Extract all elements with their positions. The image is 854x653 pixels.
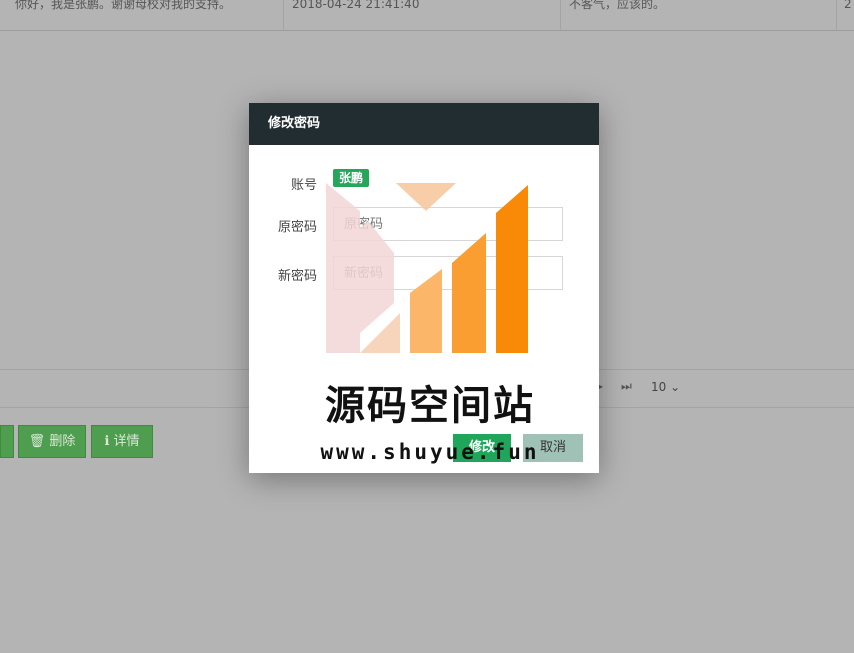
column-divider <box>836 0 837 30</box>
row-message-cell: 你好，我是张鹏。谢谢母校对我的支持。 <box>15 0 232 11</box>
partial-action-button[interactable] <box>0 425 14 458</box>
watermark-logo-icon <box>326 183 528 353</box>
row-reply-cell: 不客气，应该的。 <box>569 0 666 11</box>
trash-icon: 🗑 <box>28 434 46 449</box>
column-divider <box>283 0 284 30</box>
info-icon: ℹ <box>104 434 110 449</box>
modal-title: 修改密码 <box>249 103 599 145</box>
detail-button[interactable]: ℹ 详情 <box>91 425 153 458</box>
row-time-cell: 2018-04-24 21:41:40 <box>292 0 420 11</box>
account-label: 账号 <box>290 178 317 193</box>
background-table-row: 你好，我是张鹏。谢谢母校对我的支持。 2018-04-24 21:41:40 不… <box>0 0 854 31</box>
delete-button-label: 删除 <box>49 434 76 449</box>
page-size-select[interactable]: 10 ⌄ <box>651 380 680 394</box>
chevron-down-icon: ⌄ <box>666 380 681 394</box>
column-divider <box>560 0 561 30</box>
delete-button[interactable]: 🗑 删除 <box>18 425 86 458</box>
new-password-label: 新密码 <box>277 269 317 284</box>
old-password-label: 原密码 <box>277 220 317 235</box>
page-size-value: 10 <box>651 380 667 394</box>
watermark-title: 源码空间站 <box>325 383 535 429</box>
row-extra-cell: 2 <box>844 0 852 11</box>
watermark-url: www.shuyue.fun <box>320 440 540 464</box>
last-page-icon[interactable]: ⏭ <box>621 379 632 394</box>
detail-button-label: 详情 <box>113 434 140 449</box>
